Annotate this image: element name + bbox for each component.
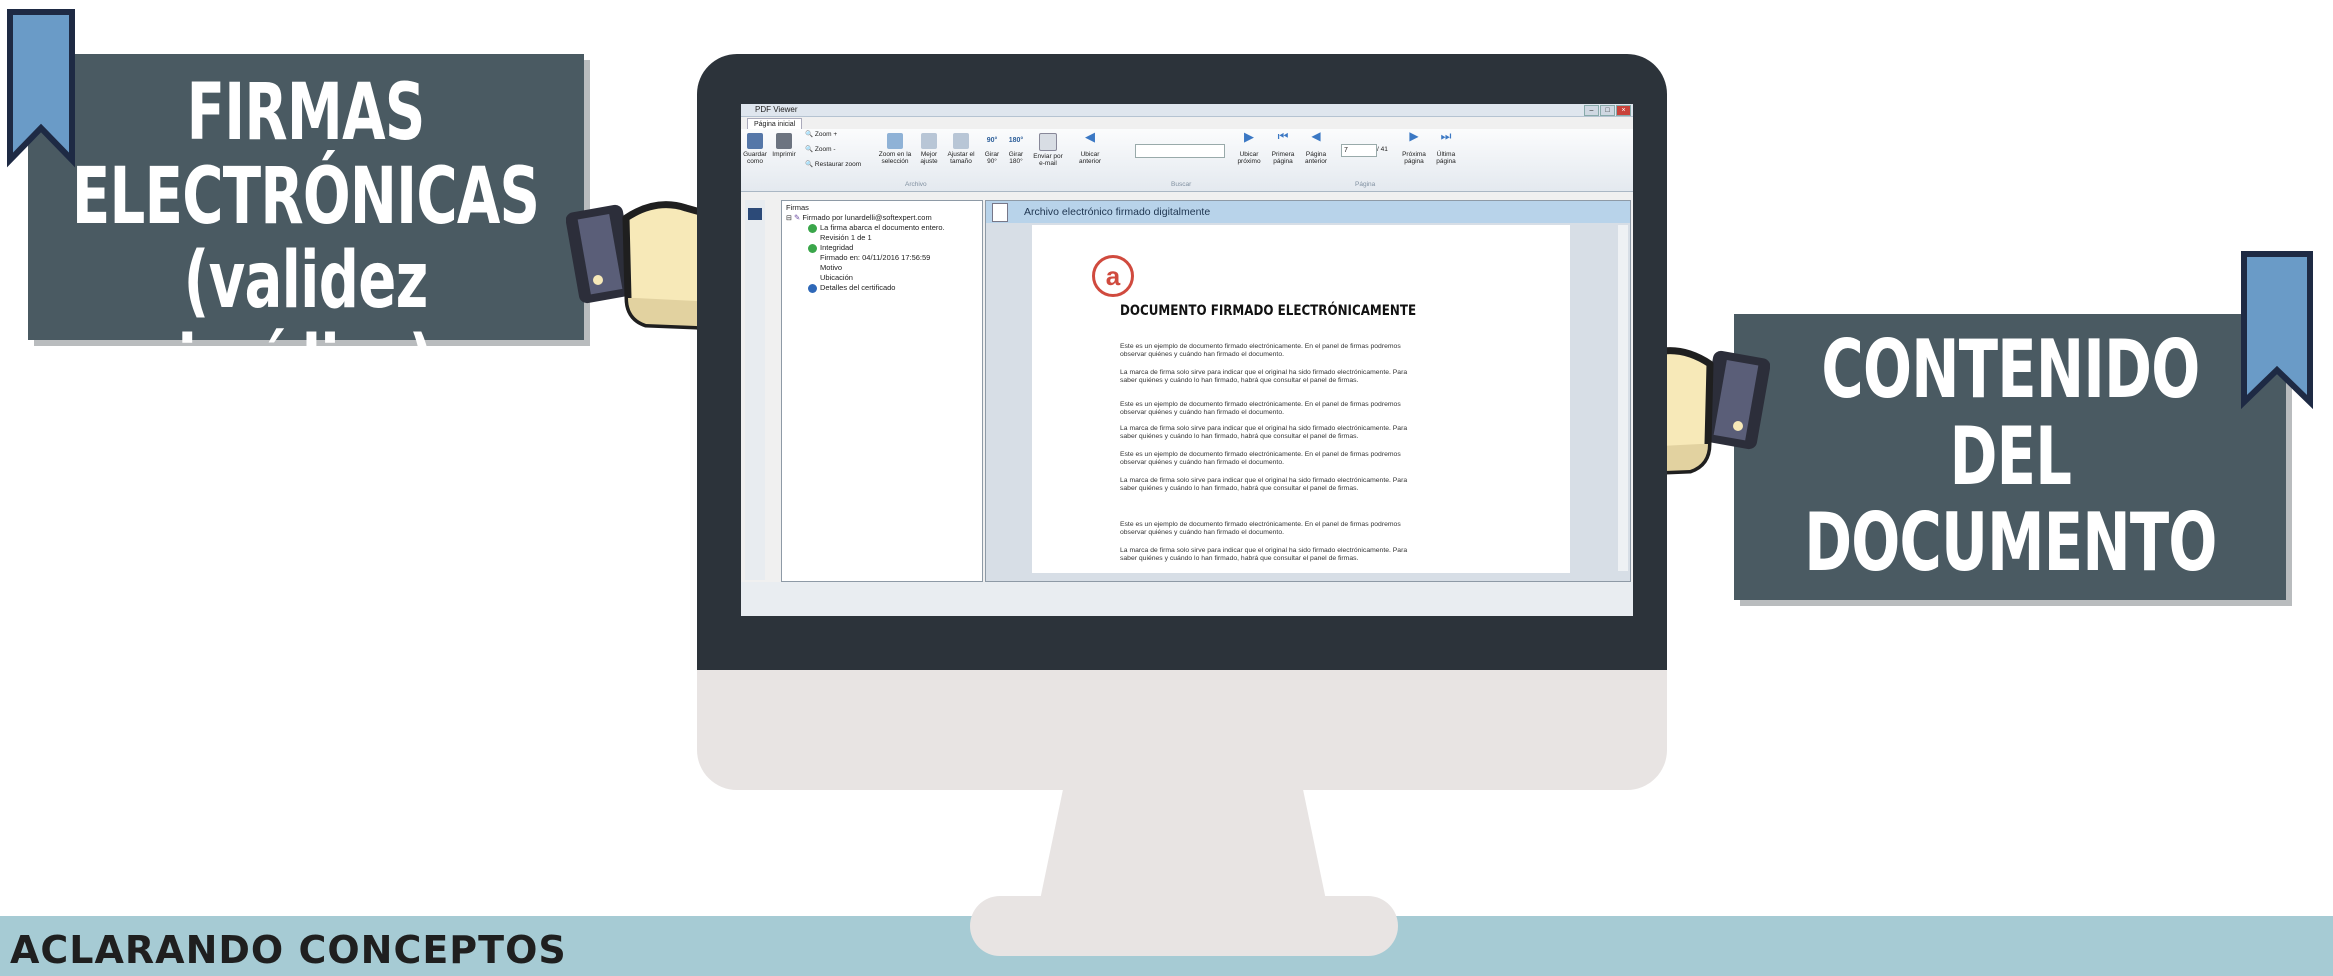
monitor-stand-neck (1040, 790, 1326, 900)
arrow-left-icon: ◀ (1085, 129, 1095, 144)
document-paragraph: Este es un ejemplo de documento firmado … (1120, 521, 1401, 536)
first-page-icon: ⏮ (1277, 129, 1289, 143)
previous-page-icon: ◀ (1311, 129, 1321, 143)
restore-zoom-button[interactable]: 🔍 Restaurar zoom (805, 161, 861, 168)
monitor-chin (697, 670, 1667, 790)
check-icon (808, 223, 817, 233)
footer-heading: ACLARANDO CONCEPTOS (10, 928, 567, 972)
best-fit-icon (921, 133, 937, 149)
document-page: a DOCUMENTO FIRMADO ELECTRÓNICAMENTE Est… (1032, 225, 1570, 573)
callout-line: PANEL DE FIRMAS (156, 0, 456, 158)
zoom-selection-icon (887, 133, 903, 149)
arrow-right-icon: ▶ (1244, 129, 1254, 144)
close-button[interactable]: × (1616, 105, 1631, 116)
printer-icon (776, 133, 792, 149)
title-bar: PDF Viewer – □ × (741, 104, 1633, 117)
fit-size-button[interactable]: Ajustar el tamaño (945, 133, 977, 165)
zoom-in-button[interactable]: 🔍 Zoom + (805, 131, 837, 138)
signature-revision: Revisión 1 de 1 (820, 233, 872, 242)
last-page-icon: ⏭ (1440, 129, 1452, 143)
fit-size-icon (953, 133, 969, 149)
previous-page-button[interactable]: ◀ Página anterior (1301, 129, 1331, 165)
document-header-bar: Archivo electrónico firmado digitalmente (986, 201, 1630, 223)
monitor-stand-base (970, 896, 1398, 956)
document-viewer: Archivo electrónico firmado digitalmente… (985, 200, 1631, 582)
find-previous-button[interactable]: ◀ Ubicar anterior (1075, 129, 1105, 165)
logo-icon: a (1092, 255, 1134, 297)
rotate-180-button[interactable]: 180° Girar 180° (1005, 133, 1027, 165)
page-total: / 41 (1377, 146, 1388, 153)
bookmark-ribbon-icon (6, 9, 75, 168)
zoom-out-icon: 🔍 (805, 146, 814, 153)
status-bar (741, 582, 1633, 616)
zoom-out-button[interactable]: 🔍 Zoom - (805, 146, 836, 153)
first-page-button[interactable]: ⏮ Primera página (1269, 129, 1297, 165)
signature-integrity: Integridad (808, 243, 853, 253)
callout-line: CONTENIDO DEL (1820, 323, 2200, 503)
vertical-scrollbar[interactable] (1618, 225, 1628, 571)
best-fit-button[interactable]: Mejor ajuste (917, 133, 941, 165)
last-page-button[interactable]: ⏭ Última página (1433, 129, 1459, 165)
callout-line: (validez jurídica) (177, 236, 435, 411)
bookmark-ribbon-icon (2241, 251, 2313, 410)
send-email-button[interactable]: Enviar por e-mail (1031, 133, 1065, 167)
document-paragraph: La marca de firma solo sirve para indica… (1120, 369, 1408, 384)
document-content-callout: CONTENIDO DEL DOCUMENTO (1734, 314, 2286, 600)
check-icon (808, 243, 817, 253)
document-paragraph: Este es un ejemplo de documento firmado … (1120, 451, 1401, 466)
side-toolbar (745, 200, 765, 580)
document-paragraph: Este es un ejemplo de documento firmado … (1120, 343, 1401, 358)
group-label-buscar: Buscar (1171, 181, 1192, 188)
document-paragraph: La marca de firma solo sirve para indica… (1120, 547, 1408, 562)
callout-line: ELECTRÓNICAS (72, 151, 540, 242)
signed-document-icon (992, 203, 1008, 222)
document-title: DOCUMENTO FIRMADO ELECTRÓNICAMENTE (1120, 303, 1417, 319)
rotate-180-icon: 180° (1008, 137, 1024, 144)
zoom-selection-button[interactable]: Zoom en la selección (877, 133, 913, 165)
search-input[interactable] (1135, 144, 1225, 158)
certificate-details-link[interactable]: Detalles del certificado (808, 283, 895, 293)
signature-scope: La firma abarca el documento entero. (808, 223, 945, 233)
rotate-90-icon: 90° (986, 137, 998, 144)
signatures-tab-icon[interactable] (748, 208, 762, 220)
save-as-button[interactable]: Guardar como (743, 133, 767, 165)
signature-ubicacion: Ubicación (820, 273, 853, 282)
signature-panel-callout: PANEL DE FIRMAS ELECTRÓNICAS (validez ju… (28, 0, 584, 408)
signatures-title: Firmas (786, 203, 809, 212)
group-label-pagina: Página (1355, 181, 1376, 188)
save-icon (747, 133, 763, 149)
restore-zoom-icon: 🔍 (805, 161, 814, 168)
signature-entry[interactable]: ⊟ ✎ Firmado por lunardelli@softexpert.co… (786, 213, 932, 222)
minimize-button[interactable]: – (1584, 105, 1599, 116)
page-number-input[interactable]: 7 (1341, 144, 1377, 157)
zoom-in-icon: 🔍 (805, 131, 814, 138)
find-next-button[interactable]: ▶ Ubicar próximo (1235, 129, 1263, 165)
expand-icon[interactable]: ⊟ (786, 215, 792, 222)
info-icon (808, 283, 817, 293)
document-paragraph: Este es un ejemplo de documento firmado … (1120, 401, 1401, 416)
document-paragraph: La marca de firma solo sirve para indica… (1120, 425, 1408, 440)
signature-motivo: Motivo (820, 263, 843, 272)
window-title: PDF Viewer (755, 105, 798, 114)
next-page-button[interactable]: ▶ Próxima página (1399, 129, 1429, 165)
app-window: PDF Viewer – □ × Página inicial Guardar … (741, 104, 1633, 616)
ribbon-toolbar: Guardar como Imprimir 🔍 Zoom + 🔍 Zoom - … (741, 129, 1633, 192)
group-label-archivo: Archivo (905, 181, 927, 188)
rotate-90-button[interactable]: 90° Girar 90° (981, 133, 1003, 165)
signature-icon: ✎ (793, 213, 801, 222)
signatures-panel: Firmas ⊟ ✎ Firmado por lunardelli@softex… (781, 200, 983, 582)
maximize-button[interactable]: □ (1600, 105, 1615, 116)
document-header-text: Archivo electrónico firmado digitalmente (1024, 206, 1211, 218)
print-button[interactable]: Imprimir (771, 133, 797, 158)
next-page-icon: ▶ (1409, 129, 1419, 143)
signature-date: Firmado en: 04/11/2016 17:56:59 (820, 253, 931, 262)
document-paragraph: La marca de firma solo sirve para indica… (1120, 477, 1408, 492)
email-icon (1039, 133, 1057, 151)
callout-line: DOCUMENTO (1803, 496, 2217, 590)
